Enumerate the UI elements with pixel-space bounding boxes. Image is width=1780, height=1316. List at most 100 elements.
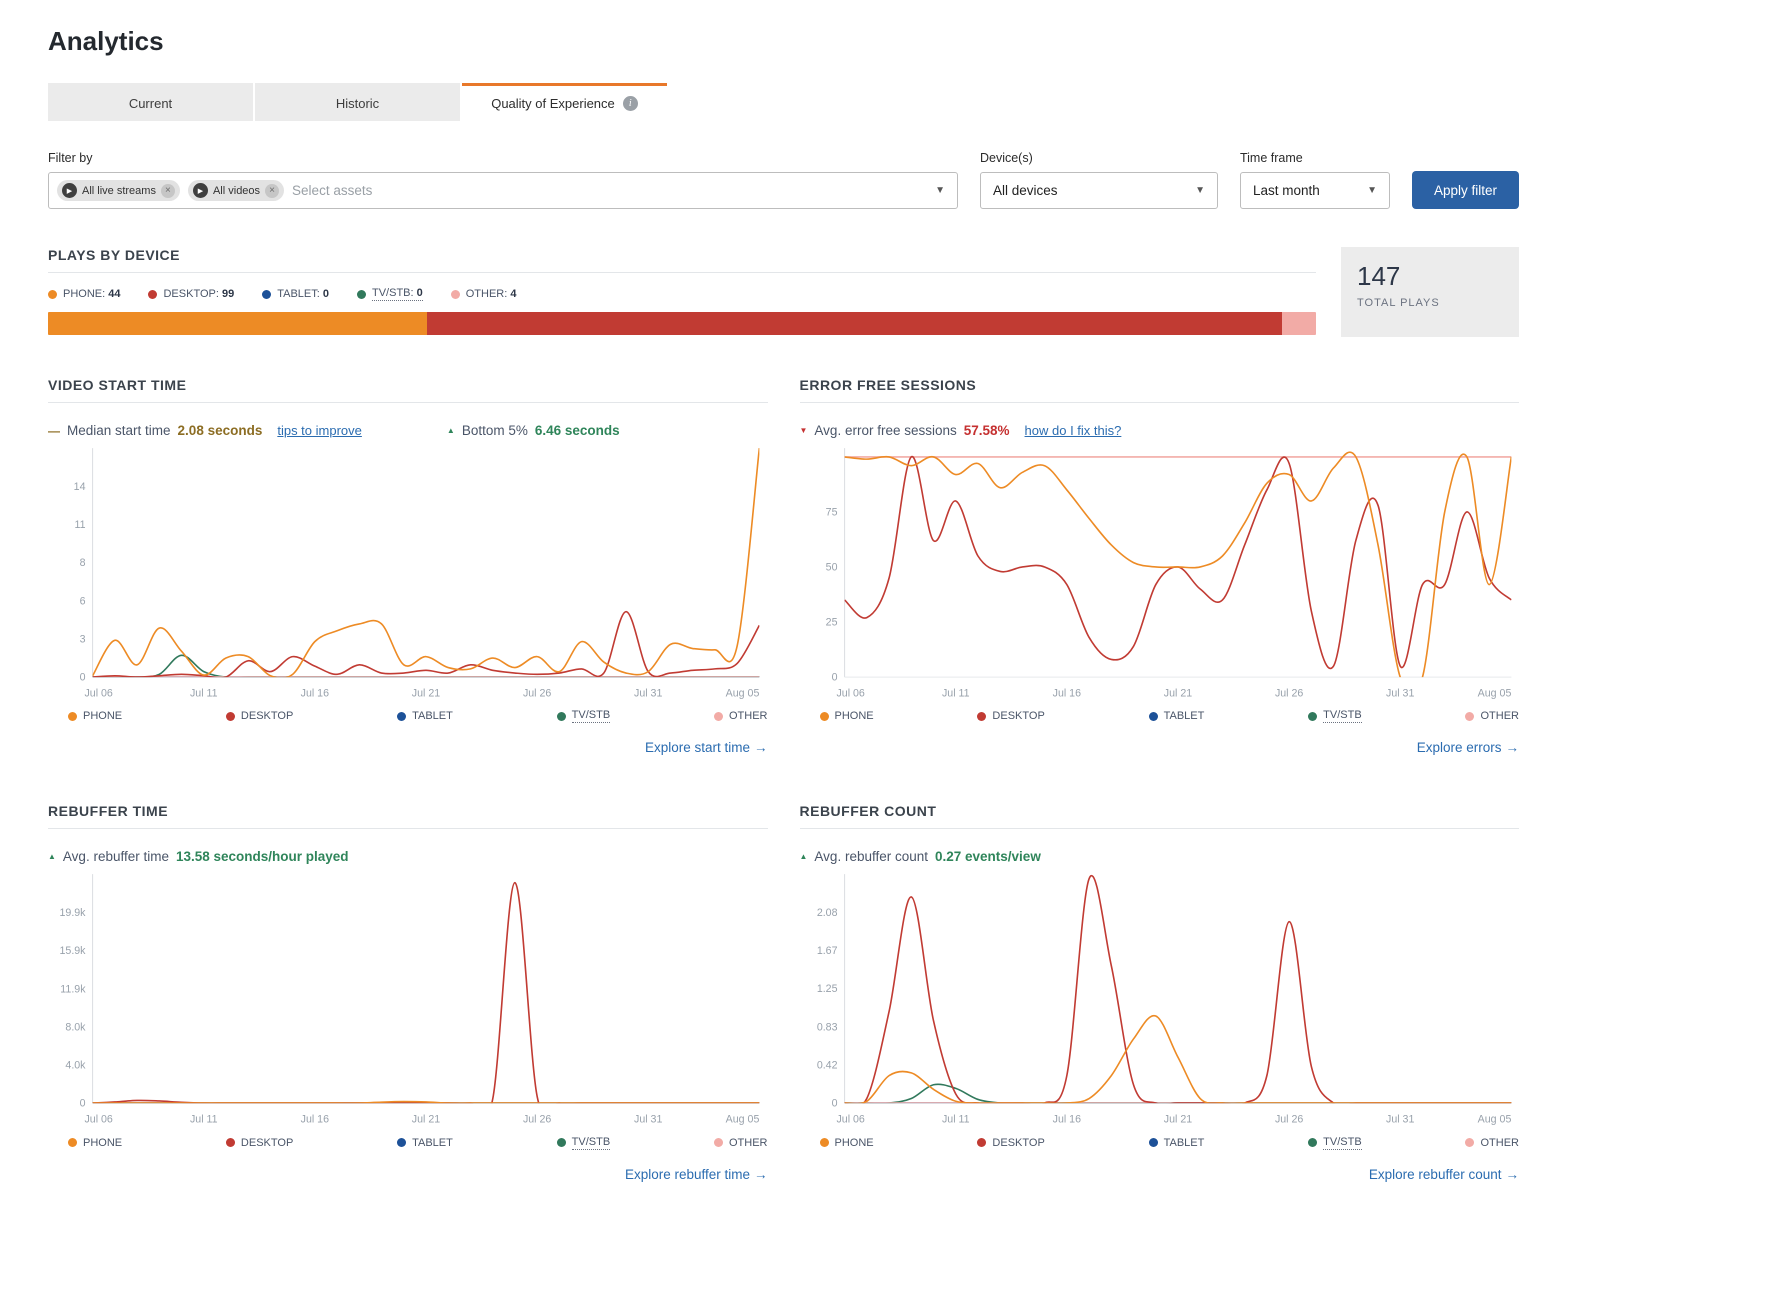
video-start-time-chart[interactable]: 0 3 6 8 11 14 Jul 06 Jul 11 Jul 16 Jul 21 Jul 26 Ju… (48, 442, 768, 703)
svg-text:Jul 21: Jul 21 (412, 1114, 440, 1126)
plays-stacked-bar (48, 312, 1316, 335)
svg-text:14: 14 (74, 481, 86, 493)
panel-error-free-sessions: ERROR FREE SESSIONS ▼ Avg. error free se… (799, 377, 1520, 757)
svg-text:25: 25 (825, 617, 837, 629)
svg-text:0: 0 (831, 672, 837, 684)
total-plays-label: TOTAL PLAYS (1357, 297, 1440, 309)
panel-heading: ERROR FREE SESSIONS (799, 377, 1519, 403)
legend-item-other: OTHER (1465, 1136, 1519, 1150)
chip-label: All videos (212, 184, 261, 197)
rebuffer-count-chart[interactable]: 0 0.42 0.83 1.25 1.67 2.08 Jul 06 Jul 11 Jul 16 J… (800, 868, 1520, 1129)
chip-label: All live streams (82, 184, 156, 197)
legend-label: OTHER (1480, 1136, 1519, 1149)
explore-rebuffer-time-link[interactable]: Explore rebuffer time → (625, 1167, 768, 1182)
svg-text:0.42: 0.42 (816, 1060, 837, 1072)
legend-label: OTHER (1480, 710, 1519, 723)
svg-text:75: 75 (825, 506, 837, 518)
tips-to-improve-link[interactable]: tips to improve (277, 423, 362, 438)
panel-rebuffer-time: REBUFFER TIME ▲ Avg. rebuffer time 13.58… (48, 803, 768, 1183)
svg-text:8.0k: 8.0k (65, 1022, 86, 1034)
tab-quality-of-experience[interactable]: Quality of Experience i (462, 83, 667, 121)
svg-text:Jul 06: Jul 06 (836, 687, 864, 699)
explore-rebuffer-count-link[interactable]: Explore rebuffer count → (1369, 1167, 1519, 1182)
median-dash-icon: — (48, 423, 60, 438)
charts-grid: VIDEO START TIME — Median start time 2.0… (48, 377, 1519, 1184)
plays-legend-item-tablet: TABLET: 0 (262, 287, 329, 301)
error-free-sessions-chart[interactable]: 0 25 50 75 Jul 06 Jul 11 Jul 16 Jul 21 Jul 26 Jul… (800, 442, 1520, 703)
stat-value: 2.08 seconds (177, 423, 263, 438)
svg-text:Jul 31: Jul 31 (1386, 1114, 1414, 1126)
asset-select[interactable]: ▶ All live streams × ▶ All videos × Sele… (48, 172, 958, 209)
legend-item-phone: PHONE (819, 709, 874, 723)
stat-label: Bottom 5% (461, 423, 528, 438)
analytics-page: Analytics Current Historic Quality of Ex… (0, 0, 1567, 1254)
how-do-i-fix-this-link[interactable]: how do I fix this? (1025, 423, 1122, 438)
explore-errors-link[interactable]: Explore errors → (1417, 740, 1519, 755)
chip-all-videos[interactable]: ▶ All videos × (187, 180, 285, 201)
legend-item-desktop: DESKTOP (225, 709, 293, 723)
legend-label: PHONE (834, 710, 874, 723)
legend-dot (1308, 711, 1318, 721)
legend-dot (1148, 711, 1158, 721)
arrow-right-icon: → (754, 740, 768, 756)
filter-bar: Filter by ▶ All live streams × ▶ All vid… (48, 151, 1519, 209)
svg-text:6: 6 (80, 595, 86, 607)
video-icon: ▶ (192, 183, 208, 198)
chart-legend: PHONE DESKTOP TABLET TV/STB OTHER (48, 1136, 768, 1150)
arrow-up-icon: ▲ (48, 852, 56, 862)
remove-chip-icon[interactable]: × (160, 183, 175, 198)
svg-text:0: 0 (80, 1098, 86, 1110)
svg-text:Jul 06: Jul 06 (84, 1114, 112, 1126)
arrow-right-icon: → (1505, 1166, 1520, 1182)
legend-label: DESKTOP (992, 710, 1045, 723)
devices-select[interactable]: All devices ▼ (979, 172, 1218, 209)
bar-segment-phone (48, 312, 428, 335)
explore-start-time-link[interactable]: Explore start time → (645, 740, 768, 755)
tab-current[interactable]: Current (48, 83, 253, 121)
bar-segment-desktop (427, 312, 1282, 335)
info-icon[interactable]: i (622, 96, 638, 111)
plays-by-device-heading: PLAYS BY DEVICE (48, 247, 1316, 273)
legend-dot (977, 711, 987, 721)
legend-label: OTHER (728, 710, 768, 723)
stat-value: 6.46 seconds (534, 423, 620, 438)
tab-historic[interactable]: Historic (255, 83, 460, 121)
apply-filter-button[interactable]: Apply filter (1411, 171, 1519, 209)
svg-text:11.9k: 11.9k (60, 984, 86, 996)
legend-item-other: OTHER (713, 709, 768, 723)
timeframe-label: Time frame (1239, 151, 1303, 165)
asset-select-placeholder: Select assets (292, 183, 373, 198)
chevron-down-icon: ▼ (1195, 185, 1205, 196)
remove-chip-icon[interactable]: × (265, 183, 280, 198)
svg-text:0: 0 (80, 672, 86, 684)
timeframe-select[interactable]: Last month ▼ (1239, 172, 1390, 209)
tab-bar: Current Historic Quality of Experience i (48, 83, 1519, 121)
panel-video-start-time: VIDEO START TIME — Median start time 2.0… (48, 377, 768, 757)
rebuffer-time-chart[interactable]: 0 4.0k 8.0k 11.9k 15.9k 19.9k Jul 06 Jul 11 Jul … (48, 868, 768, 1129)
chart-legend: PHONE DESKTOP TABLET TV/STB OTHER (800, 1136, 1520, 1150)
chip-all-live-streams[interactable]: ▶ All live streams × (57, 180, 180, 201)
svg-text:Aug 05: Aug 05 (726, 1114, 760, 1126)
legend-label: PHONE: 44 (63, 288, 121, 300)
svg-text:Jul 16: Jul 16 (1052, 1114, 1080, 1126)
svg-text:Jul 26: Jul 26 (1274, 687, 1302, 699)
svg-text:Jul 11: Jul 11 (190, 687, 218, 699)
plays-legend-item-other: OTHER: 4 (450, 287, 517, 301)
total-plays-value: 147 (1357, 261, 1401, 291)
chart-legend: PHONE DESKTOP TABLET TV/STB OTHER (800, 709, 1520, 724)
legend-label: TV/STB (571, 709, 611, 724)
svg-text:Aug 05: Aug 05 (726, 687, 760, 699)
stat-label: Avg. error free sessions (814, 423, 957, 438)
svg-text:Jul 21: Jul 21 (1163, 687, 1191, 699)
legend-dot (977, 1138, 987, 1148)
panel-heading: REBUFFER TIME (48, 803, 768, 830)
svg-text:0: 0 (831, 1098, 837, 1110)
legend-dot (225, 1138, 235, 1148)
plays-legend-item-phone: PHONE: 44 (48, 287, 120, 301)
legend-dot (68, 1138, 77, 1148)
legend-item-phone: PHONE (68, 1136, 122, 1150)
legend-label: TABLET: 0 (277, 288, 329, 300)
svg-text:15.9k: 15.9k (60, 946, 87, 958)
arrow-up-icon: ▲ (799, 852, 808, 862)
legend-item-desktop: DESKTOP (977, 709, 1045, 723)
